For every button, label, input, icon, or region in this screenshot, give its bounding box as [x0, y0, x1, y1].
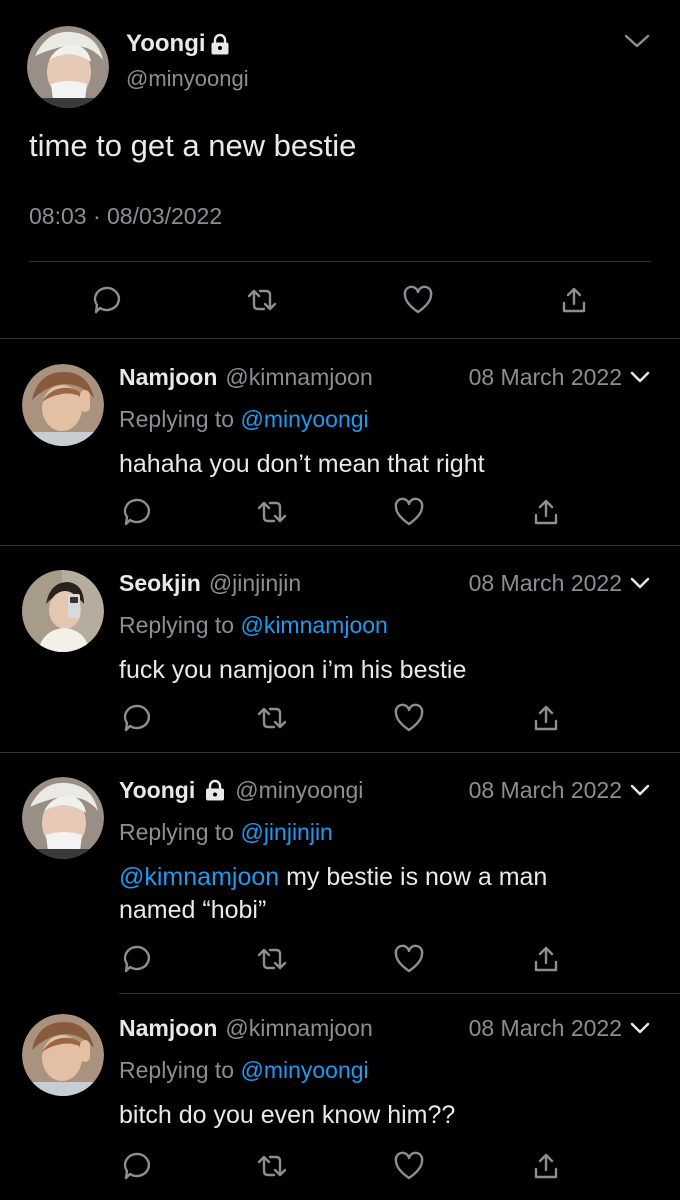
replying-to: Replying to @kimnamjoon: [119, 612, 388, 638]
main-tweet: Yoongi @minyoongi time to get a new best…: [0, 0, 680, 338]
avatar[interactable]: [27, 26, 109, 108]
author-handle[interactable]: @minyoongi: [235, 777, 363, 804]
author-handle[interactable]: @jinjinjin: [209, 570, 301, 597]
replying-to: Replying to @jinjinjin: [119, 819, 333, 845]
action-bar: [0, 492, 680, 528]
avatar[interactable]: [22, 364, 104, 446]
reply-text: fuck you namjoon i’m his bestie: [119, 656, 467, 684]
author-name[interactable]: Namjoon: [119, 364, 217, 391]
reply-header: Namjoon @kimnamjoon 08 March 2022: [119, 1013, 652, 1043]
chevron-down-icon[interactable]: [628, 1016, 652, 1040]
author-handle[interactable]: @kimnamjoon: [225, 1015, 372, 1042]
chevron-down-icon[interactable]: [622, 26, 652, 56]
mention-link[interactable]: @minyoongi: [240, 406, 368, 432]
like-icon[interactable]: [389, 939, 429, 979]
avatar[interactable]: [22, 1014, 104, 1096]
author-name[interactable]: Namjoon: [119, 1015, 217, 1042]
retweet-icon[interactable]: [252, 939, 292, 979]
author-handle[interactable]: @kimnamjoon: [225, 364, 372, 391]
retweet-icon[interactable]: [242, 280, 282, 320]
lock-icon: [203, 778, 227, 802]
mention-link[interactable]: @kimnamjoon: [240, 612, 387, 638]
avatar[interactable]: [22, 570, 104, 652]
like-icon[interactable]: [389, 1146, 429, 1186]
like-icon[interactable]: [398, 280, 438, 320]
reply-icon[interactable]: [86, 280, 126, 320]
tweet-timestamp: 08:03 · 08/03/2022: [29, 203, 222, 230]
share-icon[interactable]: [526, 698, 566, 738]
mention-link[interactable]: @kimnamjoon: [119, 863, 279, 891]
reply-date: 08 March 2022: [468, 569, 622, 596]
reply-text: @kimnamjoon my bestie is now a man named…: [119, 863, 548, 924]
share-icon[interactable]: [554, 280, 594, 320]
share-icon[interactable]: [526, 492, 566, 532]
like-icon[interactable]: [389, 698, 429, 738]
reply-tweet[interactable]: Yoongi @minyoongi 08 March 2022 Replying…: [0, 753, 680, 993]
reply-date: 08 March 2022: [468, 776, 622, 803]
tweet-text: time to get a new bestie: [29, 128, 357, 163]
action-bar: [0, 280, 680, 320]
reply-icon[interactable]: [116, 698, 156, 738]
replying-to: Replying to @minyoongi: [119, 1057, 369, 1083]
divider: [29, 261, 651, 262]
replying-to: Replying to @minyoongi: [119, 406, 369, 432]
chevron-down-icon[interactable]: [628, 365, 652, 389]
mention-link[interactable]: @jinjinjin: [240, 819, 332, 845]
reply-tweet[interactable]: Namjoon @kimnamjoon 08 March 2022 Replyi…: [0, 340, 680, 545]
reply-icon[interactable]: [116, 492, 156, 532]
author-name[interactable]: Yoongi: [126, 30, 230, 58]
tweet-date: 08/03/2022: [107, 203, 223, 229]
reply-header: Yoongi @minyoongi 08 March 2022: [119, 775, 652, 805]
lock-icon: [210, 33, 230, 55]
author-name[interactable]: Seokjin: [119, 570, 201, 597]
reply-tweet[interactable]: Seokjin @jinjinjin 08 March 2022 Replyin…: [0, 546, 680, 752]
reply-header: Seokjin @jinjinjin 08 March 2022: [119, 568, 652, 598]
retweet-icon[interactable]: [252, 492, 292, 532]
avatar[interactable]: [22, 777, 104, 859]
author-handle[interactable]: @minyoongi: [126, 66, 249, 92]
share-icon[interactable]: [526, 939, 566, 979]
tweet-time: 08:03: [29, 203, 87, 229]
reply-text: bitch do you even know him??: [119, 1101, 456, 1129]
action-bar: [0, 1146, 680, 1182]
timestamp-separator: ·: [92, 203, 101, 229]
retweet-icon[interactable]: [252, 1146, 292, 1186]
retweet-icon[interactable]: [252, 698, 292, 738]
reply-icon[interactable]: [116, 939, 156, 979]
share-icon[interactable]: [526, 1146, 566, 1186]
reply-date: 08 March 2022: [468, 1014, 622, 1041]
chevron-down-icon[interactable]: [628, 571, 652, 595]
author-name[interactable]: Yoongi: [119, 777, 195, 804]
like-icon[interactable]: [389, 492, 429, 532]
reply-tweet[interactable]: Namjoon @kimnamjoon 08 March 2022 Replyi…: [0, 994, 680, 1200]
chevron-down-icon[interactable]: [628, 778, 652, 802]
mention-link[interactable]: @minyoongi: [240, 1057, 368, 1083]
reply-text: hahaha you don’t mean that right: [119, 450, 485, 478]
action-bar: [0, 698, 680, 734]
divider: [0, 338, 680, 339]
reply-header: Namjoon @kimnamjoon 08 March 2022: [119, 362, 652, 392]
reply-icon[interactable]: [116, 1146, 156, 1186]
action-bar: [0, 939, 680, 975]
reply-date: 08 March 2022: [468, 363, 622, 390]
